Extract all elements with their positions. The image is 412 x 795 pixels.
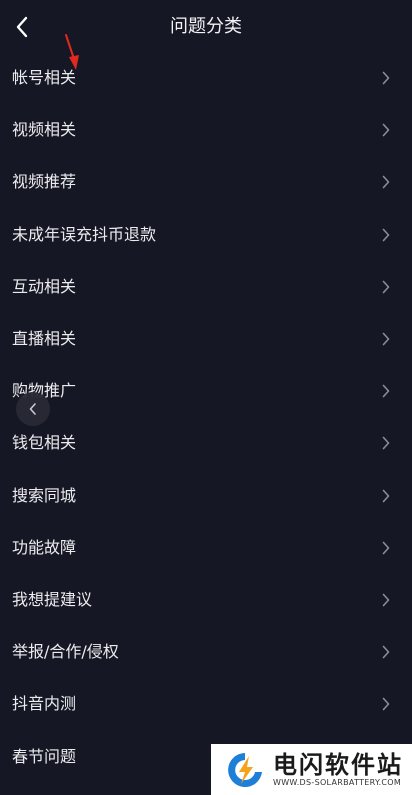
category-label: 未成年误充抖币退款 <box>12 224 157 244</box>
category-label: 视频相关 <box>12 120 77 140</box>
category-label: 钱包相关 <box>12 433 77 453</box>
site-watermark: 电闪软件站 WWW.DS-SOLARBATTERY.COM <box>211 744 412 795</box>
chevron-right-icon <box>382 332 390 346</box>
chevron-right-icon <box>382 123 390 137</box>
chevron-left-icon <box>29 403 36 415</box>
category-row-search-local[interactable]: 搜索同城 <box>0 470 412 522</box>
category-row-live[interactable]: 直播相关 <box>0 313 412 365</box>
chevron-right-icon <box>382 436 390 450</box>
category-label: 抖音内测 <box>12 694 77 714</box>
chevron-right-icon <box>382 71 390 85</box>
category-row-suggestion[interactable]: 我想提建议 <box>0 574 412 626</box>
category-label: 搜索同城 <box>12 485 77 505</box>
chevron-right-icon <box>382 175 390 189</box>
category-label: 直播相关 <box>12 329 77 349</box>
category-row-wallet[interactable]: 钱包相关 <box>0 417 412 469</box>
category-row-video-recommend[interactable]: 视频推荐 <box>0 156 412 208</box>
chevron-right-icon <box>382 489 390 503</box>
chevron-right-icon <box>382 280 390 294</box>
category-label: 举报/合作/侵权 <box>12 642 119 662</box>
floating-back-button[interactable] <box>16 392 50 426</box>
red-arrow-annotation-icon <box>65 34 79 70</box>
top-bar: 问题分类 <box>0 0 412 54</box>
chevron-right-icon <box>382 645 390 659</box>
category-row-beta[interactable]: 抖音内测 <box>0 678 412 730</box>
category-row-shopping[interactable]: 购物推广 <box>0 365 412 417</box>
chevron-right-icon <box>382 384 390 398</box>
category-label: 互动相关 <box>12 276 77 296</box>
category-label: 春节问题 <box>12 746 77 766</box>
category-label: 功能故障 <box>12 537 77 557</box>
lightning-logo-icon <box>228 752 262 787</box>
category-row-minor-refund[interactable]: 未成年误充抖币退款 <box>0 209 412 261</box>
chevron-right-icon <box>382 541 390 555</box>
chevron-right-icon <box>382 697 390 711</box>
category-label: 我想提建议 <box>12 589 93 609</box>
category-row-video[interactable]: 视频相关 <box>0 104 412 156</box>
chevron-right-icon <box>382 593 390 607</box>
watermark-name: 电闪软件站 <box>273 750 403 779</box>
category-row-interaction[interactable]: 互动相关 <box>0 261 412 313</box>
watermark-url: WWW.DS-SOLARBATTERY.COM <box>273 777 402 787</box>
category-label: 视频推荐 <box>12 172 77 192</box>
category-row-malfunction[interactable]: 功能故障 <box>0 522 412 574</box>
category-row-report[interactable]: 举报/合作/侵权 <box>0 626 412 678</box>
chevron-right-icon <box>382 228 390 242</box>
category-row-account[interactable]: 帐号相关 <box>0 52 412 104</box>
page-title: 问题分类 <box>170 16 242 37</box>
category-list: 帐号相关 视频相关 视频推荐 未成年误充抖币退款 互动相关 直播相关 购物推广 … <box>0 52 412 783</box>
